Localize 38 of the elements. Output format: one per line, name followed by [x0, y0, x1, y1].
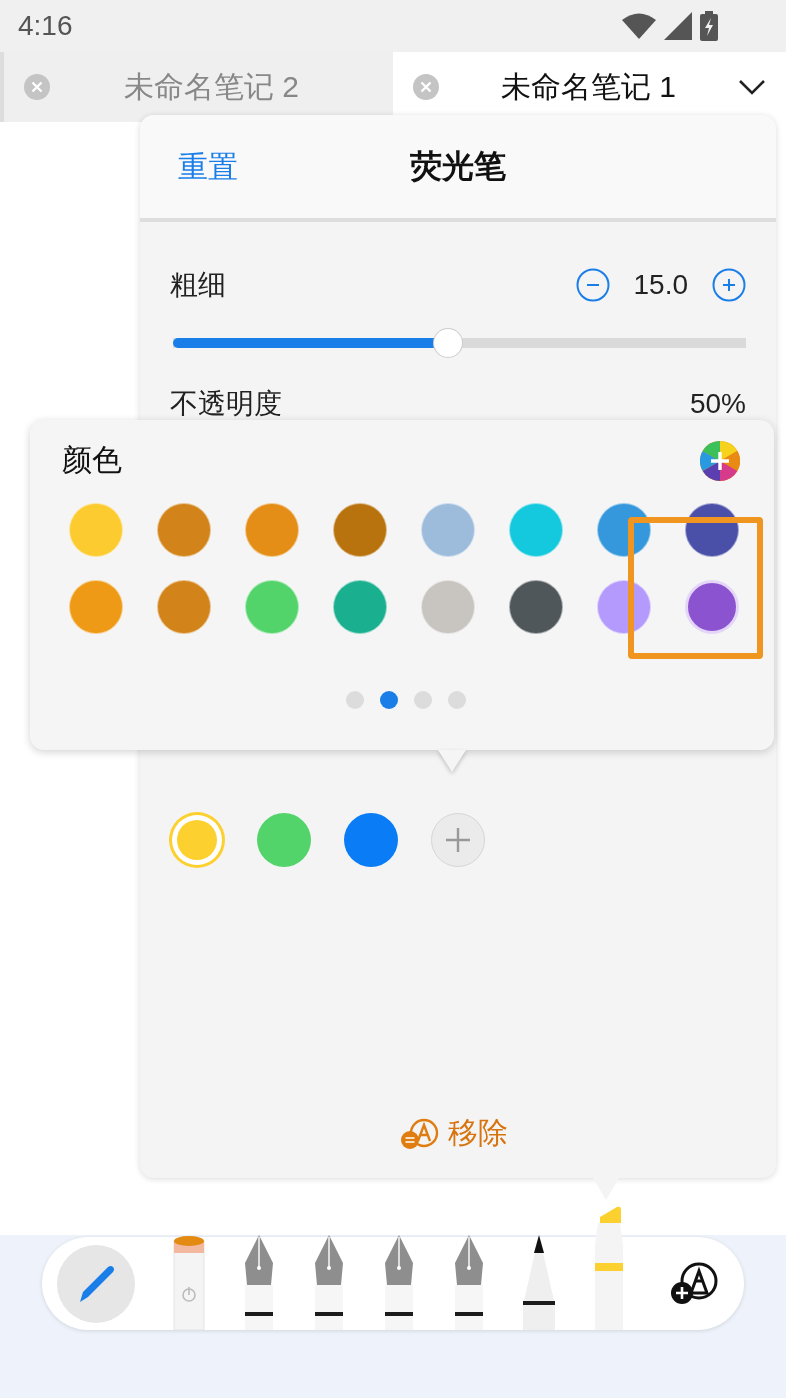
wifi-icon: [622, 13, 656, 39]
minus-icon[interactable]: [575, 268, 610, 302]
fountain-pen-tool[interactable]: [383, 1235, 415, 1330]
signal-icon: [664, 12, 692, 40]
fountain-pen-tool[interactable]: [453, 1235, 485, 1330]
reset-button[interactable]: 重置: [178, 147, 238, 188]
note-tab[interactable]: 未命名笔记 2: [0, 52, 393, 122]
panel-title: 荧光笔: [410, 145, 506, 187]
page-dot[interactable]: [448, 691, 466, 709]
status-time: 4:16: [18, 10, 73, 42]
fountain-pen-tool[interactable]: [243, 1235, 275, 1330]
pencil-tool[interactable]: [523, 1235, 555, 1330]
thickness-value: 15.0: [633, 269, 688, 301]
battery-charging-icon: [700, 11, 718, 41]
close-icon[interactable]: [24, 74, 50, 100]
page-dot[interactable]: [346, 691, 364, 709]
color-swatch[interactable]: [257, 813, 311, 867]
page-dot[interactable]: [414, 691, 432, 709]
eraser-tool[interactable]: [173, 1235, 205, 1330]
chevron-down-icon[interactable]: [738, 79, 766, 95]
thickness-label: 粗细: [170, 267, 226, 303]
plus-icon: [445, 827, 471, 853]
add-color-button[interactable]: [431, 813, 485, 867]
color-swatch[interactable]: [685, 580, 739, 634]
fountain-pen-tool[interactable]: [313, 1235, 345, 1330]
remove-button[interactable]: 移除: [400, 1113, 508, 1154]
highlighter-tool[interactable]: [593, 1205, 625, 1330]
color-wheel-icon[interactable]: [700, 440, 740, 481]
slider-thumb[interactable]: [434, 329, 463, 357]
close-icon[interactable]: [413, 74, 439, 100]
color-swatch[interactable]: [344, 813, 398, 867]
pen-button[interactable]: [57, 1244, 135, 1323]
page-dot[interactable]: [380, 691, 398, 709]
remove-pen-icon: [400, 1116, 440, 1151]
plus-icon[interactable]: [712, 268, 746, 302]
opacity-label: 不透明度: [170, 386, 282, 422]
popup-title: 颜色: [62, 441, 122, 479]
opacity-value: 50%: [689, 388, 746, 420]
